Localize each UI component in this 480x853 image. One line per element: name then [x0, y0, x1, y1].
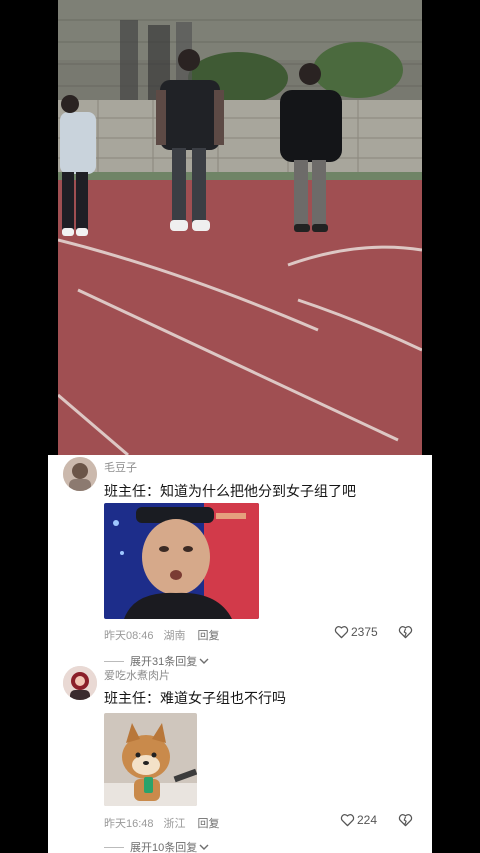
- comment-image[interactable]: [104, 503, 259, 619]
- comment-username[interactable]: 毛豆子: [104, 459, 137, 475]
- reply-button[interactable]: 回复: [198, 818, 220, 830]
- avatar[interactable]: [63, 666, 97, 700]
- divider: [104, 846, 124, 848]
- comments-panel: 毛豆子 班主任：知道为什么把他分到女子组了吧 昨天08:46 湖南 回复 237…: [48, 455, 432, 853]
- reply-button[interactable]: 回复: [198, 630, 220, 642]
- heart-outline-icon: [340, 814, 355, 827]
- dislike-button[interactable]: [398, 625, 413, 644]
- comment-location: 浙江: [163, 818, 186, 830]
- comment-meta: 昨天08:46 湖南 回复: [104, 627, 230, 643]
- comment-item: 爱吃水煮肉片 班主任：难道女子组也不行吗 昨天16:48 浙江 回复 224 展…: [48, 665, 432, 853]
- avatar[interactable]: [63, 457, 97, 491]
- comment-item: 毛豆子 班主任：知道为什么把他分到女子组了吧 昨天08:46 湖南 回复 237…: [48, 455, 432, 668]
- divider: [104, 660, 124, 662]
- video-frame: [58, 0, 422, 455]
- like-button[interactable]: 224: [340, 813, 377, 827]
- like-count: 2375: [351, 625, 378, 639]
- comment-text: 班主任：知道为什么把他分到女子组了吧: [104, 483, 356, 499]
- broken-heart-icon: [398, 814, 413, 827]
- chevron-down-icon: [199, 844, 209, 850]
- comment-username[interactable]: 爱吃水煮肉片: [104, 667, 170, 683]
- comment-time: 昨天08:46: [104, 630, 154, 642]
- like-count: 224: [357, 813, 378, 827]
- expand-replies-button[interactable]: 展开10条回复: [104, 839, 209, 853]
- comment-image[interactable]: [104, 713, 197, 806]
- heart-outline-icon: [334, 626, 349, 639]
- broken-heart-icon: [398, 626, 413, 639]
- chevron-down-icon: [199, 658, 209, 664]
- video-player[interactable]: [58, 0, 422, 455]
- comment-location: 湖南: [163, 630, 186, 642]
- expand-replies-label: 展开10条回复: [130, 842, 198, 853]
- comment-meta: 昨天16:48 浙江 回复: [104, 815, 230, 831]
- comment-text: 班主任：难道女子组也不行吗: [104, 690, 286, 706]
- dislike-button[interactable]: [398, 813, 413, 832]
- comment-time: 昨天16:48: [104, 818, 154, 830]
- like-button[interactable]: 2375: [334, 625, 378, 639]
